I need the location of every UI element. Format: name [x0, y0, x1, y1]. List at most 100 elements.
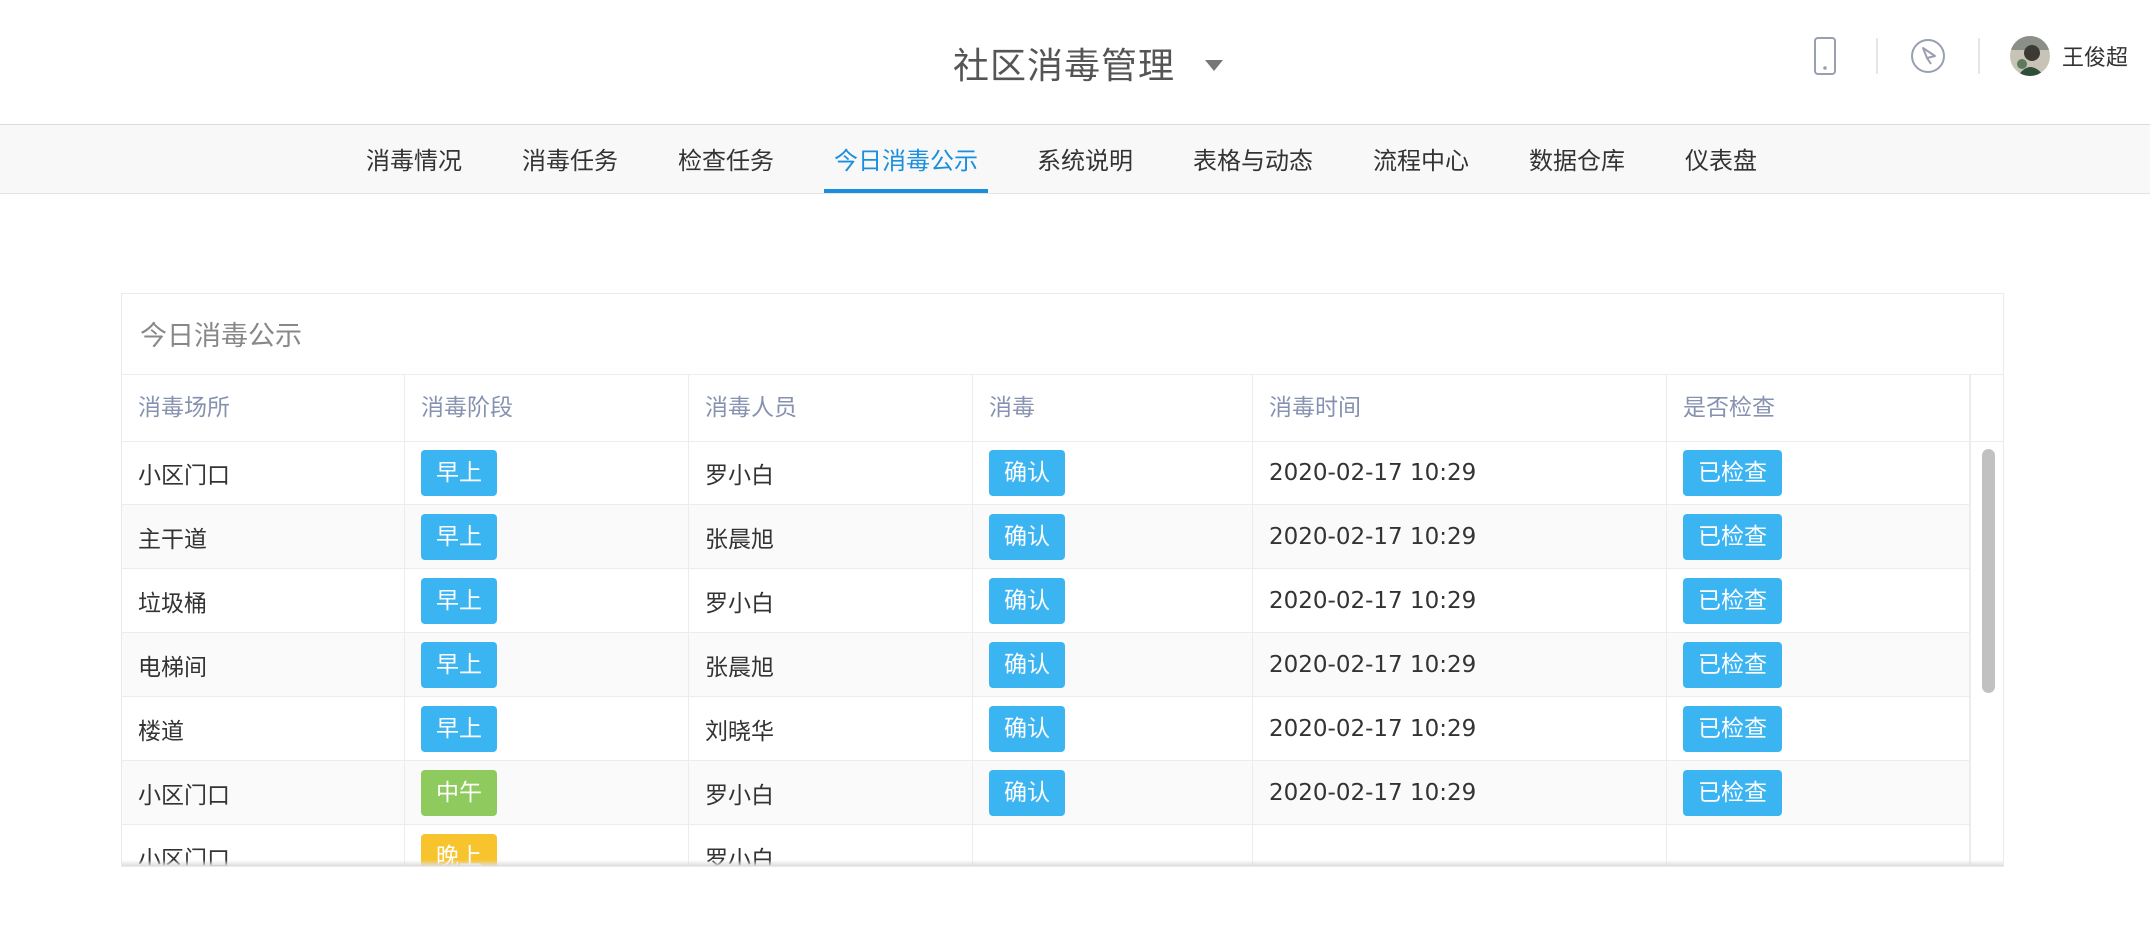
checked-button[interactable]: 已检查 [1683, 705, 1782, 752]
app-title: 社区消毒管理 [953, 46, 1176, 87]
chevron-down-icon[interactable] [1205, 59, 1224, 71]
cell-action: 确认 [973, 505, 1253, 568]
phone-icon[interactable] [1810, 33, 1840, 79]
place-text: 主干道 [138, 526, 207, 553]
time-text: 2020-02-17 10:29 [1269, 651, 1477, 678]
cell-stage: 早上 [405, 441, 689, 504]
cell-stage: 早上 [405, 505, 689, 568]
cell-stage: 中午 [405, 761, 689, 824]
table-row[interactable]: 小区门口 中午 罗小白 确认 2020-02-17 10:29 已检查 [122, 761, 1970, 825]
compass-icon[interactable] [1908, 33, 1948, 79]
person-text: 张晨旭 [705, 526, 774, 553]
main-nav: 消毒情况 消毒任务 检查任务 今日消毒公示 系统说明 表格与动态 流程中心 数据… [0, 125, 2150, 194]
cell-place: 电梯间 [122, 633, 405, 696]
table-header: 消毒场所 消毒阶段 消毒人员 消毒 消毒时间 是否检查 [122, 375, 2003, 442]
checked-button[interactable]: 已检查 [1683, 641, 1782, 688]
person-text: 刘晓华 [705, 718, 774, 745]
confirm-button[interactable]: 确认 [989, 577, 1065, 624]
header-divider [1876, 38, 1878, 74]
column-header: 消毒阶段 [405, 375, 689, 441]
user-menu[interactable]: 王俊超 [2010, 33, 2128, 79]
app-header: 社区消毒管理 王俊超 [0, 0, 2150, 125]
tab-tables-dynamics[interactable]: 表格与动态 [1193, 125, 1313, 193]
confirm-button[interactable]: 确认 [989, 641, 1065, 688]
cell-time: 2020-02-17 10:29 [1253, 441, 1667, 504]
place-text: 楼道 [138, 718, 184, 745]
tab-today-disinfection[interactable]: 今日消毒公示 [824, 125, 988, 193]
tab-dashboard[interactable]: 仪表盘 [1685, 125, 1757, 193]
cell-person: 罗小白 [689, 569, 973, 632]
cell-action: 确认 [973, 697, 1253, 760]
table-row[interactable]: 小区门口 早上 罗小白 确认 2020-02-17 10:29 已检查 [122, 441, 1970, 505]
cell-check: 已检查 [1667, 505, 1970, 568]
time-text: 2020-02-17 10:29 [1269, 715, 1477, 742]
column-header: 消毒人员 [689, 375, 973, 441]
cell-place: 小区门口 [122, 761, 405, 824]
tab-inspection-tasks[interactable]: 检查任务 [678, 125, 774, 193]
cell-person: 张晨旭 [689, 633, 973, 696]
column-header: 消毒场所 [122, 375, 405, 441]
scrollbar[interactable] [1982, 449, 1995, 859]
time-text: 2020-02-17 10:29 [1269, 523, 1477, 550]
avatar[interactable] [2010, 36, 2050, 76]
cell-stage: 早上 [405, 569, 689, 632]
cell-time: 2020-02-17 10:29 [1253, 569, 1667, 632]
tab-data-warehouse[interactable]: 数据仓库 [1529, 125, 1625, 193]
place-text: 小区门口 [138, 782, 230, 809]
cell-person: 张晨旭 [689, 505, 973, 568]
scrollbar-thumb[interactable] [1982, 449, 1995, 693]
table-row[interactable]: 电梯间 早上 张晨旭 确认 2020-02-17 10:29 已检查 [122, 633, 1970, 697]
tab-disinfection-status[interactable]: 消毒情况 [366, 125, 462, 193]
tab-system-notes[interactable]: 系统说明 [1037, 125, 1133, 193]
confirm-button[interactable]: 确认 [989, 449, 1065, 496]
cell-person: 罗小白 [689, 761, 973, 824]
table-row[interactable]: 垃圾桶 早上 罗小白 确认 2020-02-17 10:29 已检查 [122, 569, 1970, 633]
cell-stage: 早上 [405, 633, 689, 696]
person-text: 罗小白 [705, 782, 774, 809]
table-row[interactable]: 楼道 早上 刘晓华 确认 2020-02-17 10:29 已检查 [122, 697, 1970, 761]
checked-button[interactable]: 已检查 [1683, 449, 1782, 496]
stage-badge: 早上 [421, 513, 497, 560]
checked-button[interactable]: 已检查 [1683, 577, 1782, 624]
person-text: 罗小白 [705, 590, 774, 617]
cell-time: 2020-02-17 10:29 [1253, 697, 1667, 760]
stage-badge: 早上 [421, 705, 497, 752]
user-name[interactable]: 王俊超 [2062, 40, 2128, 72]
confirm-button[interactable]: 确认 [989, 705, 1065, 752]
panel-title: 今日消毒公示 [140, 321, 302, 352]
cell-person: 罗小白 [689, 441, 973, 504]
column-header: 是否检查 [1667, 375, 1970, 441]
cell-action: 确认 [973, 761, 1253, 824]
stage-badge: 早上 [421, 449, 497, 496]
stage-badge: 中午 [421, 769, 497, 816]
cell-place: 楼道 [122, 697, 405, 760]
checked-button[interactable]: 已检查 [1683, 769, 1782, 816]
time-text: 2020-02-17 10:29 [1269, 779, 1477, 806]
place-text: 电梯间 [138, 654, 207, 681]
column-header: 消毒 [973, 375, 1253, 441]
cell-time: 2020-02-17 10:29 [1253, 761, 1667, 824]
time-text: 2020-02-17 10:29 [1269, 587, 1477, 614]
time-text: 2020-02-17 10:29 [1269, 459, 1477, 486]
confirm-button[interactable]: 确认 [989, 769, 1065, 816]
app-title-dropdown[interactable]: 社区消毒管理 [953, 38, 1224, 88]
table-body[interactable]: 小区门口 早上 罗小白 确认 2020-02-17 10:29 已检查 主干道 早上 张晨旭 确认… [122, 441, 1970, 866]
cell-check: 已检查 [1667, 633, 1970, 696]
tab-process-center[interactable]: 流程中心 [1373, 125, 1469, 193]
cell-check: 已检查 [1667, 761, 1970, 824]
checked-button[interactable]: 已检查 [1683, 513, 1782, 560]
place-text: 小区门口 [138, 462, 230, 489]
cell-action: 确认 [973, 441, 1253, 504]
confirm-button[interactable]: 确认 [989, 513, 1065, 560]
cell-time: 2020-02-17 10:29 [1253, 633, 1667, 696]
cell-person: 刘晓华 [689, 697, 973, 760]
column-header: 消毒时间 [1253, 375, 1667, 441]
cell-place: 垃圾桶 [122, 569, 405, 632]
person-text: 罗小白 [705, 462, 774, 489]
tab-disinfection-tasks[interactable]: 消毒任务 [522, 125, 618, 193]
stage-badge: 早上 [421, 577, 497, 624]
cell-stage: 早上 [405, 697, 689, 760]
table-row[interactable]: 主干道 早上 张晨旭 确认 2020-02-17 10:29 已检查 [122, 505, 1970, 569]
cell-place: 小区门口 [122, 441, 405, 504]
header-divider [1978, 38, 1980, 74]
